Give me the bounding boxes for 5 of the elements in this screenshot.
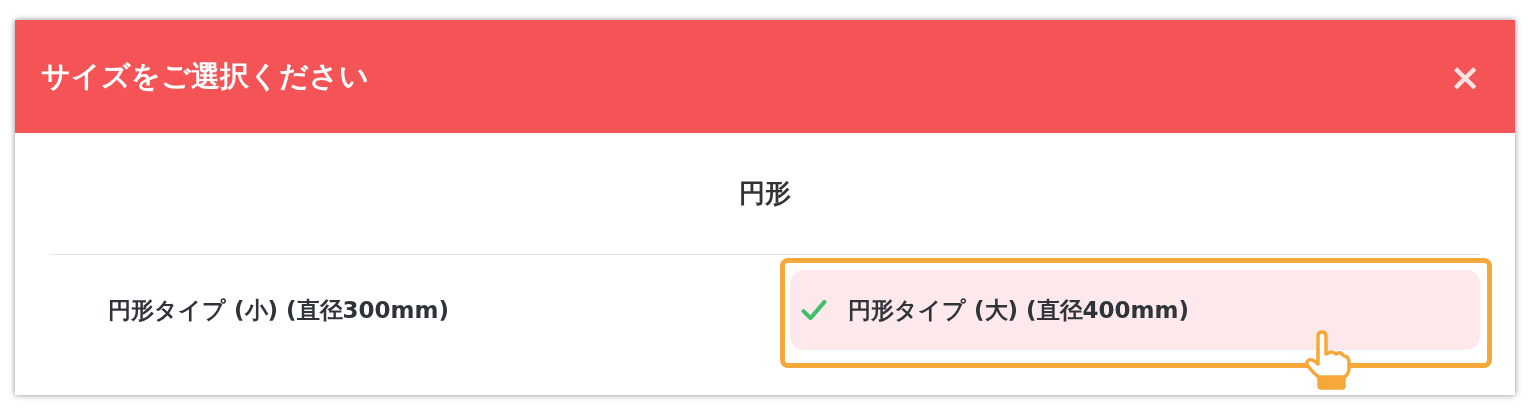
size-option[interactable]: 円形タイプ (小) (直径300mm) (50, 270, 790, 350)
size-option[interactable]: 円形タイプ (大) (直径400mm) (790, 270, 1480, 350)
section-title: 円形 (50, 133, 1480, 255)
pointer-hand-icon (1302, 330, 1352, 390)
dialog-title: サイズをご選択ください (41, 57, 369, 95)
